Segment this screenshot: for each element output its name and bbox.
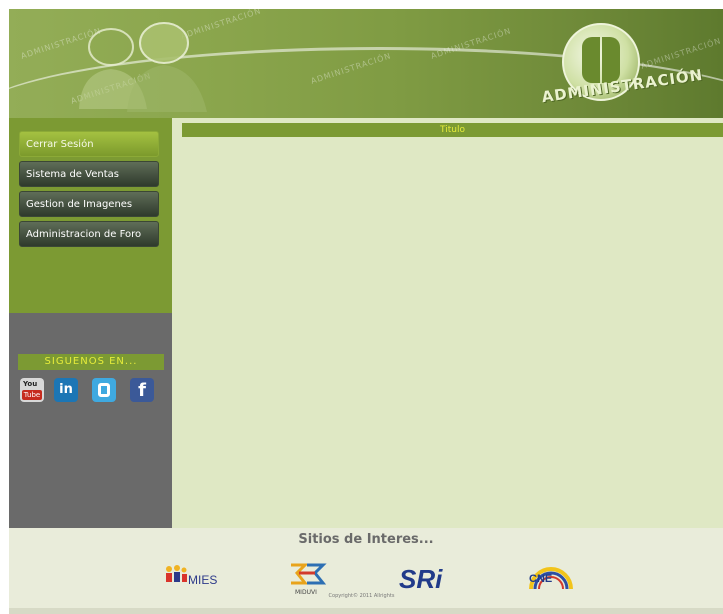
logo-left-half (582, 37, 600, 83)
copyright-text: Copyright© 2011 Allrights (328, 593, 395, 599)
sidebar-social-panel (9, 313, 172, 528)
miduvi-mark-icon (291, 563, 327, 585)
menu-sistema-ventas-button[interactable]: Sistema de Ventas (19, 161, 159, 187)
mies-people-icon (166, 565, 187, 582)
youtube-icon[interactable]: You Tube (20, 378, 44, 402)
menu-gestion-imagenes-button[interactable]: Gestion de Imagenes (19, 191, 159, 217)
header-watermark: ADMINISTRACIÓN (639, 36, 723, 71)
cne-logo-text: CNE (529, 573, 553, 585)
cne-logo[interactable]: CNE (517, 561, 593, 597)
facebook-icon[interactable]: f (130, 378, 154, 402)
menu-cerrar-sesion-button[interactable]: Cerrar Sesión (19, 131, 159, 157)
twitter-icon[interactable] (92, 378, 116, 402)
menu-administracion-foro-button[interactable]: Administracion de Foro (19, 221, 159, 247)
footer: Sitios de Interes... MIES MIDUVI SRi CNE (9, 528, 723, 614)
mies-logo-text: MIES (188, 573, 218, 587)
youtube-text-bottom: Tube (22, 390, 42, 400)
people-silhouette-icon (79, 22, 207, 112)
twitter-glyph (98, 383, 110, 397)
sidebar: Cerrar Sesión Sistema de Ventas Gestion … (9, 118, 172, 528)
sri-logo[interactable]: SRi (399, 561, 457, 597)
miduvi-logo[interactable]: MIDUVI (279, 561, 333, 597)
youtube-text-top: You (23, 380, 38, 388)
main-content: Titulo (172, 118, 723, 528)
logo-right-half (602, 37, 620, 83)
header-banner: ADMINISTRACIÓN ADMINISTRACIÓN ADMINISTRA… (9, 9, 723, 118)
sites-of-interest-title: Sitios de Interes... (298, 532, 434, 547)
mies-logo[interactable]: MIES (160, 561, 236, 597)
linkedin-icon[interactable]: in (54, 378, 78, 402)
copyright-bar (9, 608, 723, 614)
page-frame: ADMINISTRACIÓN ADMINISTRACIÓN ADMINISTRA… (9, 9, 723, 614)
follow-us-label: SIGUENOS EN... (18, 354, 164, 370)
content-title-bar: Titulo (182, 123, 723, 137)
sidebar-menu-panel: Cerrar Sesión Sistema de Ventas Gestion … (9, 118, 172, 313)
